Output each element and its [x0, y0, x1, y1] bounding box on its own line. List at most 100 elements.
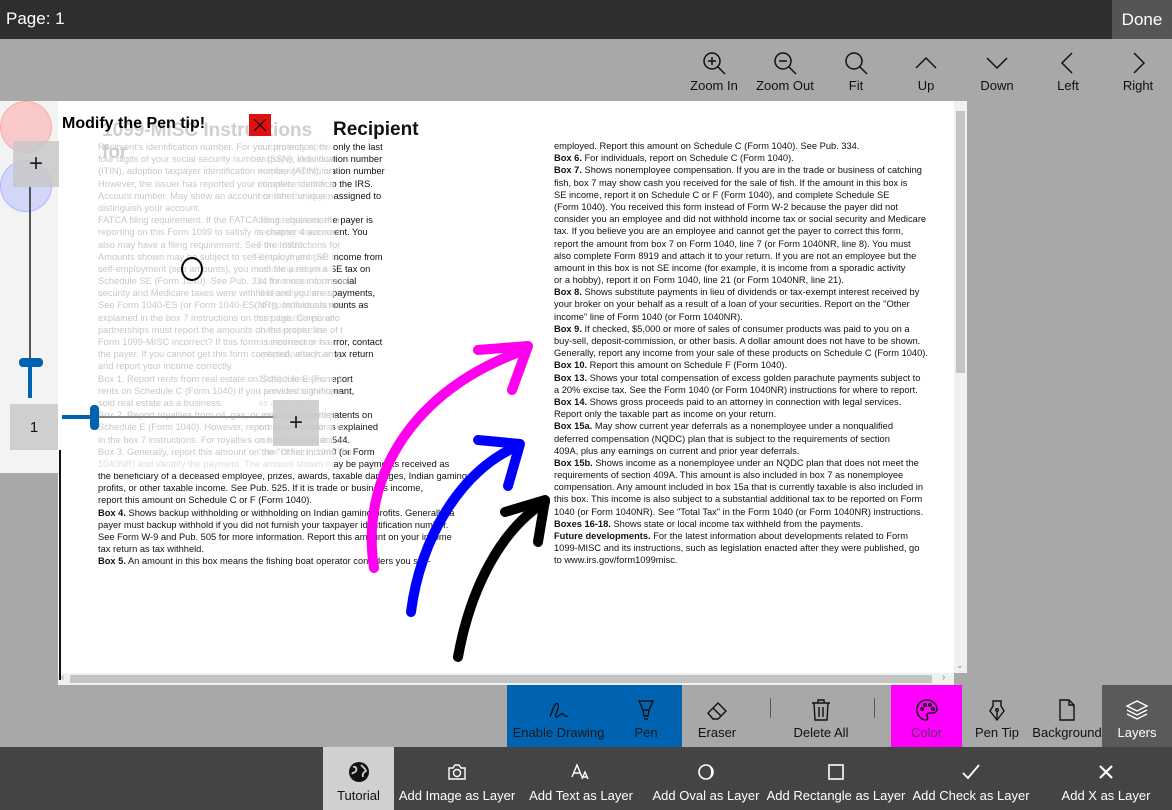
add-x-layer-button[interactable]: Add X as Layer: [1058, 747, 1154, 810]
document-text-line: buy-sell, deposit-commission, or other b…: [554, 335, 934, 347]
pen-size-slider-thumb[interactable]: [19, 358, 43, 367]
layers-button[interactable]: Layers: [1102, 685, 1172, 747]
left-button[interactable]: Left: [1033, 39, 1103, 101]
document-box-heading: Box 4.: [98, 507, 126, 518]
document-text-line: 1099-MISC and its instructions, such as …: [554, 542, 934, 554]
document-text-line: report this amount on Schedule C or F (F…: [98, 494, 470, 506]
add-check-layer-button[interactable]: Add Check as Layer: [912, 747, 1030, 810]
faded-text-line: Form 1099-MISC incorrect? If this form i…: [98, 337, 330, 347]
document-text-line: consider you an employee and did not wit…: [554, 213, 934, 225]
document-text: May show current year deferrals as a non…: [592, 421, 894, 432]
faded-text-line: reporting on this Form 1099 to satisfy i…: [98, 227, 340, 238]
faded-text-line: rents on Schedule C (Form 1040) if you p…: [98, 385, 341, 396]
add-text-layer-button[interactable]: Add Text as Layer: [524, 747, 638, 810]
document-text-line: Box 7. Shows nonemployee compensation. I…: [554, 164, 934, 176]
document-text: requirements of section 409A. This amoun…: [554, 470, 904, 481]
fit-button[interactable]: Fit: [821, 39, 891, 101]
document-text: Shows your total compensation of excess …: [587, 372, 921, 383]
color-button[interactable]: Color: [891, 685, 962, 747]
add-image-layer-button[interactable]: Add Image as Layer: [397, 747, 517, 810]
faded-text-line: (ITIN), adoption taxpayer identification…: [98, 166, 340, 177]
horizontal-scrollbar-thumb[interactable]: [70, 675, 932, 683]
document-text: report the amount from box 7 on Form 104…: [554, 238, 911, 249]
pen-label: Pen: [634, 725, 658, 740]
document-box-heading: Box 10.: [554, 360, 588, 371]
plus-icon: +: [288, 409, 303, 436]
document-text: or a hobby), report it on Form 1040, lin…: [554, 275, 844, 286]
faded-text-line: Box 1. Report rents from real estate on …: [98, 373, 344, 384]
scroll-down-arrow-icon[interactable]: ⌄: [956, 660, 964, 671]
page-number-box[interactable]: 1: [10, 404, 58, 450]
document-text: 1040 (or Form 1040NR). See "Total Tax" i…: [554, 506, 924, 517]
eraser-label: Eraser: [697, 725, 737, 740]
increase-width-button[interactable]: +: [273, 400, 319, 446]
pen-button[interactable]: Pen: [610, 685, 682, 747]
document-text-line: Future developments. For the latest info…: [554, 530, 934, 542]
oval-icon: [698, 764, 714, 780]
pen-width-slider-thumb[interactable]: [90, 405, 99, 430]
fit-label: Fit: [848, 78, 864, 93]
document-box-heading: Box 6.: [554, 153, 582, 164]
document-title: Recipient: [333, 119, 419, 140]
palette-icon: [915, 699, 938, 721]
document-text-line: deferred compensation (NQDC) plan that i…: [554, 433, 934, 445]
background-button[interactable]: Background: [1032, 685, 1102, 747]
document-text-line: tax return as tax withheld.: [98, 543, 470, 555]
faded-text-line: four digits of your social security numb…: [98, 154, 337, 165]
add-oval-label: Add Oval as Layer: [652, 788, 760, 803]
vertical-scrollbar[interactable]: ⌄: [954, 101, 967, 673]
toolbar-separator: [874, 698, 875, 718]
add-oval-layer-button[interactable]: Add Oval as Layer: [650, 747, 762, 810]
zoom-out-button[interactable]: Zoom Out: [750, 39, 820, 101]
document-text: consider you an employee and did not wit…: [554, 214, 927, 225]
done-button[interactable]: Done: [1112, 0, 1172, 39]
zoom-in-button[interactable]: Zoom In: [679, 39, 749, 101]
chevron-right-icon: [1133, 52, 1146, 74]
add-text-label: Add Text as Layer: [529, 788, 633, 803]
document-text: For individuals, report on Schedule C (F…: [581, 153, 794, 164]
vertical-scrollbar-thumb[interactable]: [956, 111, 965, 373]
faded-text-line: also may have a filing requirement. See …: [98, 239, 341, 250]
add-rectangle-layer-button[interactable]: Add Rectangle as Layer: [767, 747, 905, 810]
document-text-line: Report only the taxable part as income o…: [554, 408, 934, 420]
highlighter-icon: [637, 700, 655, 720]
up-label: Up: [917, 78, 935, 93]
down-button[interactable]: Down: [962, 39, 1032, 101]
pen-tip-button[interactable]: Pen Tip: [962, 685, 1032, 747]
scroll-left-arrow-icon[interactable]: ‹: [61, 672, 64, 683]
pen-panel-close-button[interactable]: [249, 114, 271, 136]
tutorial-button[interactable]: Tutorial: [323, 747, 394, 810]
delete-all-label: Delete All: [793, 725, 849, 740]
document-text-line: 1040 (or Form 1040NR). See "Total Tax" i…: [554, 506, 934, 518]
text-size-icon: [571, 763, 589, 780]
enable-drawing-button[interactable]: Enable Drawing: [507, 685, 610, 747]
eraser-button[interactable]: Eraser: [682, 685, 752, 747]
document-text-line: or a hobby), report it on Form 1040, lin…: [554, 274, 934, 286]
document-text: See Form W-9 and Pub. 505 for more infor…: [98, 532, 452, 542]
document-text: 409A, plus any earnings on current and p…: [554, 445, 800, 456]
up-button[interactable]: Up: [891, 39, 961, 101]
document-text-line: a 20% excise tax. See the Form 1040 (or …: [554, 384, 934, 396]
increase-size-button[interactable]: +: [13, 141, 59, 187]
faded-text-line: However, the issuer has reported your co…: [98, 178, 335, 189]
enable-drawing-label: Enable Drawing: [512, 725, 605, 740]
fountain-pen-icon: [989, 700, 1005, 722]
document-text: tax. If you believe you are an employee …: [554, 226, 904, 237]
delete-all-button[interactable]: Delete All: [786, 685, 856, 747]
right-button[interactable]: Right: [1103, 39, 1172, 101]
check-icon: [962, 764, 980, 780]
document-text: report this amount on Schedule C or F (F…: [98, 495, 312, 506]
horizontal-scrollbar[interactable]: ‹ ›: [58, 672, 954, 685]
document-text: (Form 1040). You received this form inst…: [554, 201, 898, 212]
faded-text-line: FATCA filing requirement. If the FATCA f…: [98, 215, 340, 226]
document-text: Report only the taxable part as income o…: [554, 409, 777, 420]
tutorial-label: Tutorial: [337, 788, 380, 803]
faded-text-line: Box 3. Generally, report this amount on …: [98, 446, 352, 457]
document-text: Shows gross proceeds paid to an attorney…: [587, 396, 902, 407]
zoom-out-icon: [774, 52, 797, 75]
document-text-line: (Form 1040). You received this form inst…: [554, 201, 934, 213]
document-box-heading: Box 15b.: [554, 457, 593, 468]
drawing-toolbar: Enable Drawing Pen Eraser Delete All Col…: [0, 685, 1172, 747]
scroll-right-arrow-icon[interactable]: ›: [942, 672, 945, 683]
search-icon: [845, 52, 868, 75]
